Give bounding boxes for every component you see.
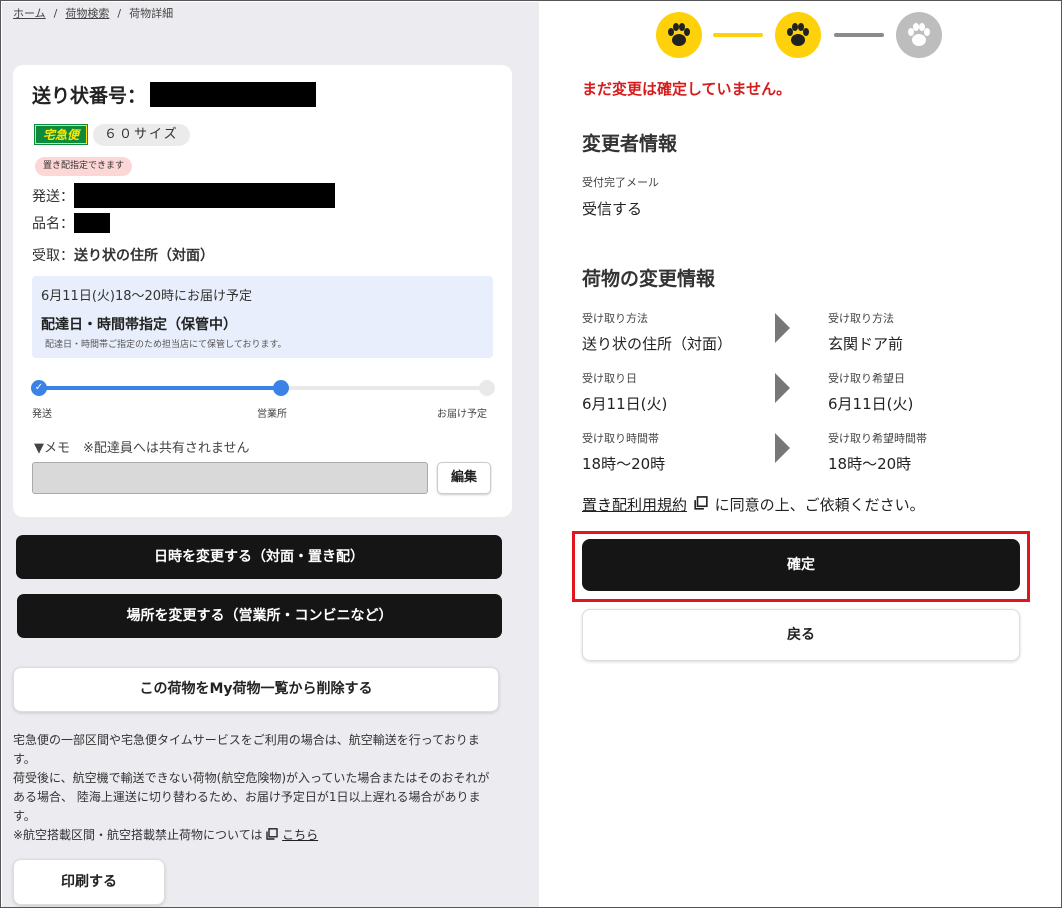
- change-place-button[interactable]: 場所を変更する（営業所・コンビニなど）: [17, 594, 502, 638]
- tracking-number: 送り状番号：: [32, 81, 317, 108]
- breadcrumb-separator: /: [117, 7, 122, 20]
- step-connector-1: [713, 33, 763, 37]
- item-redacted: [74, 213, 110, 233]
- paw-icon: [787, 23, 809, 46]
- from-value: 送り状の住所（対面）: [582, 335, 733, 353]
- step-1: [656, 12, 702, 58]
- confirmation-panel: まだ変更は確定していません。 変更者情報 受付完了メール 受信する 荷物の変更情…: [539, 2, 1061, 907]
- print-button[interactable]: 印刷する: [13, 859, 165, 905]
- delivery-progress: ✓: [31, 379, 495, 399]
- tracking-number-redacted: [150, 82, 317, 107]
- item-row: 品名：: [32, 213, 110, 233]
- step-3: [896, 12, 942, 58]
- tracking-label: 送り状番号：: [32, 85, 147, 107]
- delivery-note: 配達日・時間帯ご指定のため担当店にて保管しております。: [45, 340, 287, 350]
- sender-redacted: [74, 183, 335, 208]
- arrow-right-icon: [775, 373, 790, 403]
- progress-label-office: 営業所: [257, 409, 287, 420]
- changer-info-title: 変更者情報: [582, 133, 678, 155]
- sender-label: 発送：: [32, 188, 74, 205]
- okihai-badge: 置き配指定できます: [35, 157, 133, 176]
- unconfirmed-warning: まだ変更は確定していません。: [582, 80, 792, 98]
- breadcrumb-current: 荷物詳細: [129, 7, 174, 20]
- notice-link[interactable]: こちら: [282, 828, 318, 842]
- from-label: 受け取り時間帯: [582, 432, 659, 445]
- arrow-right-icon: [775, 313, 790, 343]
- item-label: 品名：: [32, 216, 74, 232]
- package-detail-panel: ホーム / 荷物検索 / 荷物詳細 送り状番号： 宅急便 ６０サイズ 置き配指定できます…: [2, 2, 539, 907]
- notice-prefix: ※航空搭載区間・航空搭載禁止荷物については: [13, 828, 263, 842]
- change-info-title: 荷物の変更情報: [582, 268, 716, 290]
- external-link-icon: [262, 828, 282, 842]
- to-label: 受け取り希望日: [828, 372, 905, 385]
- takkyubin-logo: 宅急便: [34, 124, 88, 145]
- mail-label: 受付完了メール: [582, 176, 659, 189]
- breadcrumb-home-link[interactable]: ホーム: [13, 7, 46, 20]
- terms-agreement: 置き配利用規約 に同意の上、ご依頼ください。: [582, 494, 925, 515]
- receive-label: 受取：: [32, 248, 74, 264]
- from-value: 6月11日(火): [582, 395, 668, 413]
- progress-label-ship: 発送: [32, 409, 52, 420]
- step-2: [775, 12, 821, 58]
- receive-value: 送り状の住所（対面）: [74, 248, 214, 264]
- notice-paragraph-1: 宅急便の一部区間や宅急便タイムサービスをご利用の場合は、航空輸送を行っております…: [13, 733, 480, 766]
- from-value: 18時～20時: [582, 455, 666, 473]
- change-datetime-button[interactable]: 日時を変更する（対面・置き配）: [16, 535, 502, 579]
- delivery-date: 6月11日(火)18～20時にお届け予定: [41, 289, 253, 304]
- progress-end-dot: [479, 380, 495, 396]
- confirm-button[interactable]: 確定: [582, 539, 1020, 591]
- memo-label: ▼メモ ※配達員へは共有されません: [34, 441, 250, 456]
- delivery-info-box: 6月11日(火)18～20時にお届け予定 配達日・時間帯指定（保管中） 配達日・…: [32, 276, 493, 358]
- notice-paragraph-3: ※航空搭載区間・航空搭載禁止荷物については こちら: [13, 826, 499, 845]
- terms-link[interactable]: 置き配利用規約: [582, 496, 687, 514]
- progress-current-dot: [273, 380, 289, 396]
- progress-label-delivery: お届け予定: [437, 409, 487, 420]
- to-value: 6月11日(火): [828, 395, 914, 413]
- memo-input[interactable]: [32, 462, 428, 494]
- edit-memo-button[interactable]: 編集: [437, 462, 491, 494]
- arrow-right-icon: [775, 433, 790, 463]
- package-card: 送り状番号： 宅急便 ６０サイズ 置き配指定できます 発送： 品名： 受取： 送…: [13, 65, 512, 517]
- mail-value: 受信する: [582, 200, 643, 218]
- size-badge: ６０サイズ: [93, 124, 190, 146]
- to-label: 受け取り希望時間帯: [828, 432, 927, 445]
- step-indicator: [656, 12, 946, 58]
- air-transport-notice: 宅急便の一部区間や宅急便タイムサービスをご利用の場合は、航空輸送を行っております…: [13, 731, 499, 845]
- receive-row: 受取： 送り状の住所（対面）: [32, 245, 214, 265]
- from-label: 受け取り方法: [582, 312, 648, 325]
- progress-fill: [39, 386, 281, 390]
- terms-suffix: に同意の上、ご依頼ください。: [714, 496, 925, 514]
- paw-icon: [908, 23, 930, 46]
- paw-icon: [668, 23, 690, 46]
- delivery-status: 配達日・時間帯指定（保管中）: [41, 317, 237, 333]
- check-icon: ✓: [31, 380, 47, 396]
- notice-paragraph-2: 荷受後に、航空機で輸送できない荷物(航空危険物)が入っていた場合またはそのおそれ…: [13, 771, 490, 823]
- to-label: 受け取り方法: [828, 312, 894, 325]
- breadcrumb: ホーム / 荷物検索 / 荷物詳細: [13, 5, 173, 21]
- external-link-icon: [689, 496, 713, 514]
- to-value: 18時～20時: [828, 455, 912, 473]
- breadcrumb-search-link[interactable]: 荷物検索: [65, 7, 109, 20]
- breadcrumb-separator: /: [53, 7, 58, 20]
- to-value: 玄関ドア前: [828, 335, 904, 353]
- delete-from-list-button[interactable]: この荷物をMy荷物一覧から削除する: [13, 667, 499, 712]
- step-connector-2: [834, 33, 884, 37]
- back-button[interactable]: 戻る: [582, 609, 1020, 661]
- from-label: 受け取り日: [582, 372, 637, 385]
- sender-row: 発送：: [32, 183, 335, 208]
- app-frame: ホーム / 荷物検索 / 荷物詳細 送り状番号： 宅急便 ６０サイズ 置き配指定できます…: [0, 0, 1062, 908]
